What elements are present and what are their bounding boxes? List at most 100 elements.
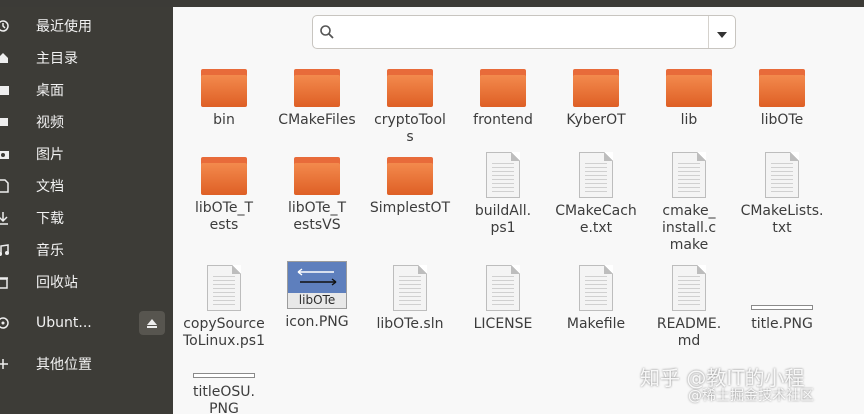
file-label: Makefile (566, 316, 626, 332)
file-item[interactable]: CMakeCache.txt (551, 152, 641, 237)
image-thumbnail (193, 373, 255, 378)
folder-icon (387, 157, 433, 195)
sidebar-item-videos[interactable]: 视频 (0, 107, 173, 137)
sidebar-item-label: 回收站 (36, 275, 78, 291)
file-label: CMakeCache.txt (555, 203, 637, 236)
sidebar-item-label: 图片 (36, 147, 64, 163)
sidebar-item-label: 主目录 (36, 51, 78, 67)
file-label: libOTe (760, 112, 804, 128)
file-item[interactable]: lib (644, 69, 734, 129)
folder-icon (387, 69, 433, 107)
sidebar-item-documents[interactable]: 文档 (0, 171, 173, 201)
folder-icon (294, 157, 340, 195)
sidebar-item-other-locations[interactable]: 其他位置 (0, 349, 173, 379)
file-label: KyberOT (566, 112, 626, 128)
file-item[interactable]: LICENSE (458, 265, 548, 333)
sidebar-item-trash[interactable]: 回收站 (0, 267, 173, 297)
eject-button[interactable] (139, 311, 165, 335)
sidebar-item-recent[interactable]: 最近使用 (0, 11, 173, 41)
music-icon (0, 243, 10, 257)
camera-icon (0, 147, 10, 161)
file-item[interactable]: title.PNG (737, 305, 827, 333)
file-item[interactable]: libOTe_Tests (179, 157, 269, 234)
folder-icon (294, 69, 340, 107)
document-icon (579, 152, 613, 198)
file-item[interactable]: SimplestOT (365, 157, 455, 217)
file-label-text: cryptoTools (374, 112, 446, 145)
file-item[interactable]: buildAll.ps1 (458, 152, 548, 237)
file-label: SimplestOT (369, 200, 451, 216)
window-top-border (0, 0, 864, 7)
clock-icon (0, 19, 10, 33)
file-item[interactable]: copySourceToLinux.ps1 (179, 265, 269, 350)
file-label: cryptoTools (371, 112, 449, 146)
plus-icon (0, 357, 10, 371)
folder-icon (573, 69, 619, 107)
sidebar-item-label: 其他位置 (36, 357, 92, 373)
file-label: title.PNG (751, 316, 813, 332)
folder-icon (480, 69, 526, 107)
folder-icon (201, 69, 247, 107)
file-label: LICENSE (473, 316, 533, 332)
folder-icon (666, 69, 712, 107)
trash-icon (0, 275, 10, 289)
search-options-button[interactable] (708, 16, 735, 48)
file-item[interactable]: libOTe (737, 69, 827, 129)
file-item[interactable]: frontend (458, 69, 548, 129)
file-label: libOTe.sln (376, 316, 444, 332)
video-icon (0, 115, 10, 129)
file-item[interactable]: libOTe icon.PNG (272, 261, 362, 331)
file-item[interactable]: CMakeFiles (272, 69, 362, 129)
sidebar-item-label: 视频 (36, 115, 64, 131)
file-label: libOTe_TestsVS (287, 200, 347, 233)
file-label: cmake_install.cmake (661, 203, 717, 253)
folder-icon (201, 157, 247, 195)
sidebar-item-label: 文档 (36, 179, 64, 195)
file-item[interactable]: cryptoTools (365, 69, 455, 146)
document-icon (486, 265, 520, 311)
file-label: frontend (473, 112, 533, 128)
sidebar-item-home[interactable]: 主目录 (0, 43, 173, 73)
file-item[interactable]: Makefile (551, 265, 641, 333)
file-item[interactable]: cmake_install.cmake (644, 152, 734, 254)
document-icon (0, 179, 10, 193)
sidebar-item-pictures[interactable]: 图片 (0, 139, 173, 169)
file-view: bin CMakeFiles cryptoTools frontend Kybe… (173, 7, 864, 417)
document-icon (672, 265, 706, 311)
sidebar-item-downloads[interactable]: 下载 (0, 203, 173, 233)
file-label: README.md (656, 316, 722, 349)
search-bar (312, 15, 736, 49)
file-item[interactable]: libOTe.sln (365, 265, 455, 333)
sidebar-item-ubuntu[interactable]: Ubunt... (0, 308, 173, 338)
folder-icon (759, 69, 805, 107)
sidebar-item-label: Ubunt... (36, 315, 92, 331)
image-thumbnail: libOTe (287, 261, 347, 309)
search-input[interactable] (339, 21, 699, 43)
document-icon (672, 152, 706, 198)
file-label: CMakeLists.txt (740, 203, 824, 236)
sidebar: 最近使用 主目录 桌面 视频 图片 文档 下载 音乐 回收站 Ubunt... … (0, 7, 173, 414)
watermark: @稀土掘金技术社区 (688, 388, 814, 404)
file-item[interactable]: titleOSU.PNG (179, 373, 269, 418)
file-item[interactable]: bin (179, 69, 269, 129)
document-icon (393, 265, 427, 311)
file-label: titleOSU.PNG (193, 384, 255, 417)
thumbnail-caption: libOTe (288, 293, 346, 308)
disc-icon (0, 316, 10, 330)
file-item[interactable]: KyberOT (551, 69, 641, 129)
sidebar-item-music[interactable]: 音乐 (0, 235, 173, 265)
download-icon (0, 211, 10, 225)
sidebar-item-label: 下载 (36, 211, 64, 227)
sidebar-item-label: 桌面 (36, 83, 64, 99)
file-item[interactable]: CMakeLists.txt (737, 152, 827, 237)
file-item[interactable]: README.md (644, 265, 734, 350)
image-thumbnail (751, 305, 813, 310)
folder-icon (0, 83, 10, 97)
file-label: buildAll.ps1 (474, 203, 532, 236)
file-label: copySourceToLinux.ps1 (183, 316, 265, 349)
file-label: lib (680, 112, 698, 128)
file-item[interactable]: libOTe_TestsVS (272, 157, 362, 234)
sidebar-item-desktop[interactable]: 桌面 (0, 75, 173, 105)
document-icon (207, 265, 241, 311)
file-label: libOTe_Tests (194, 200, 254, 233)
